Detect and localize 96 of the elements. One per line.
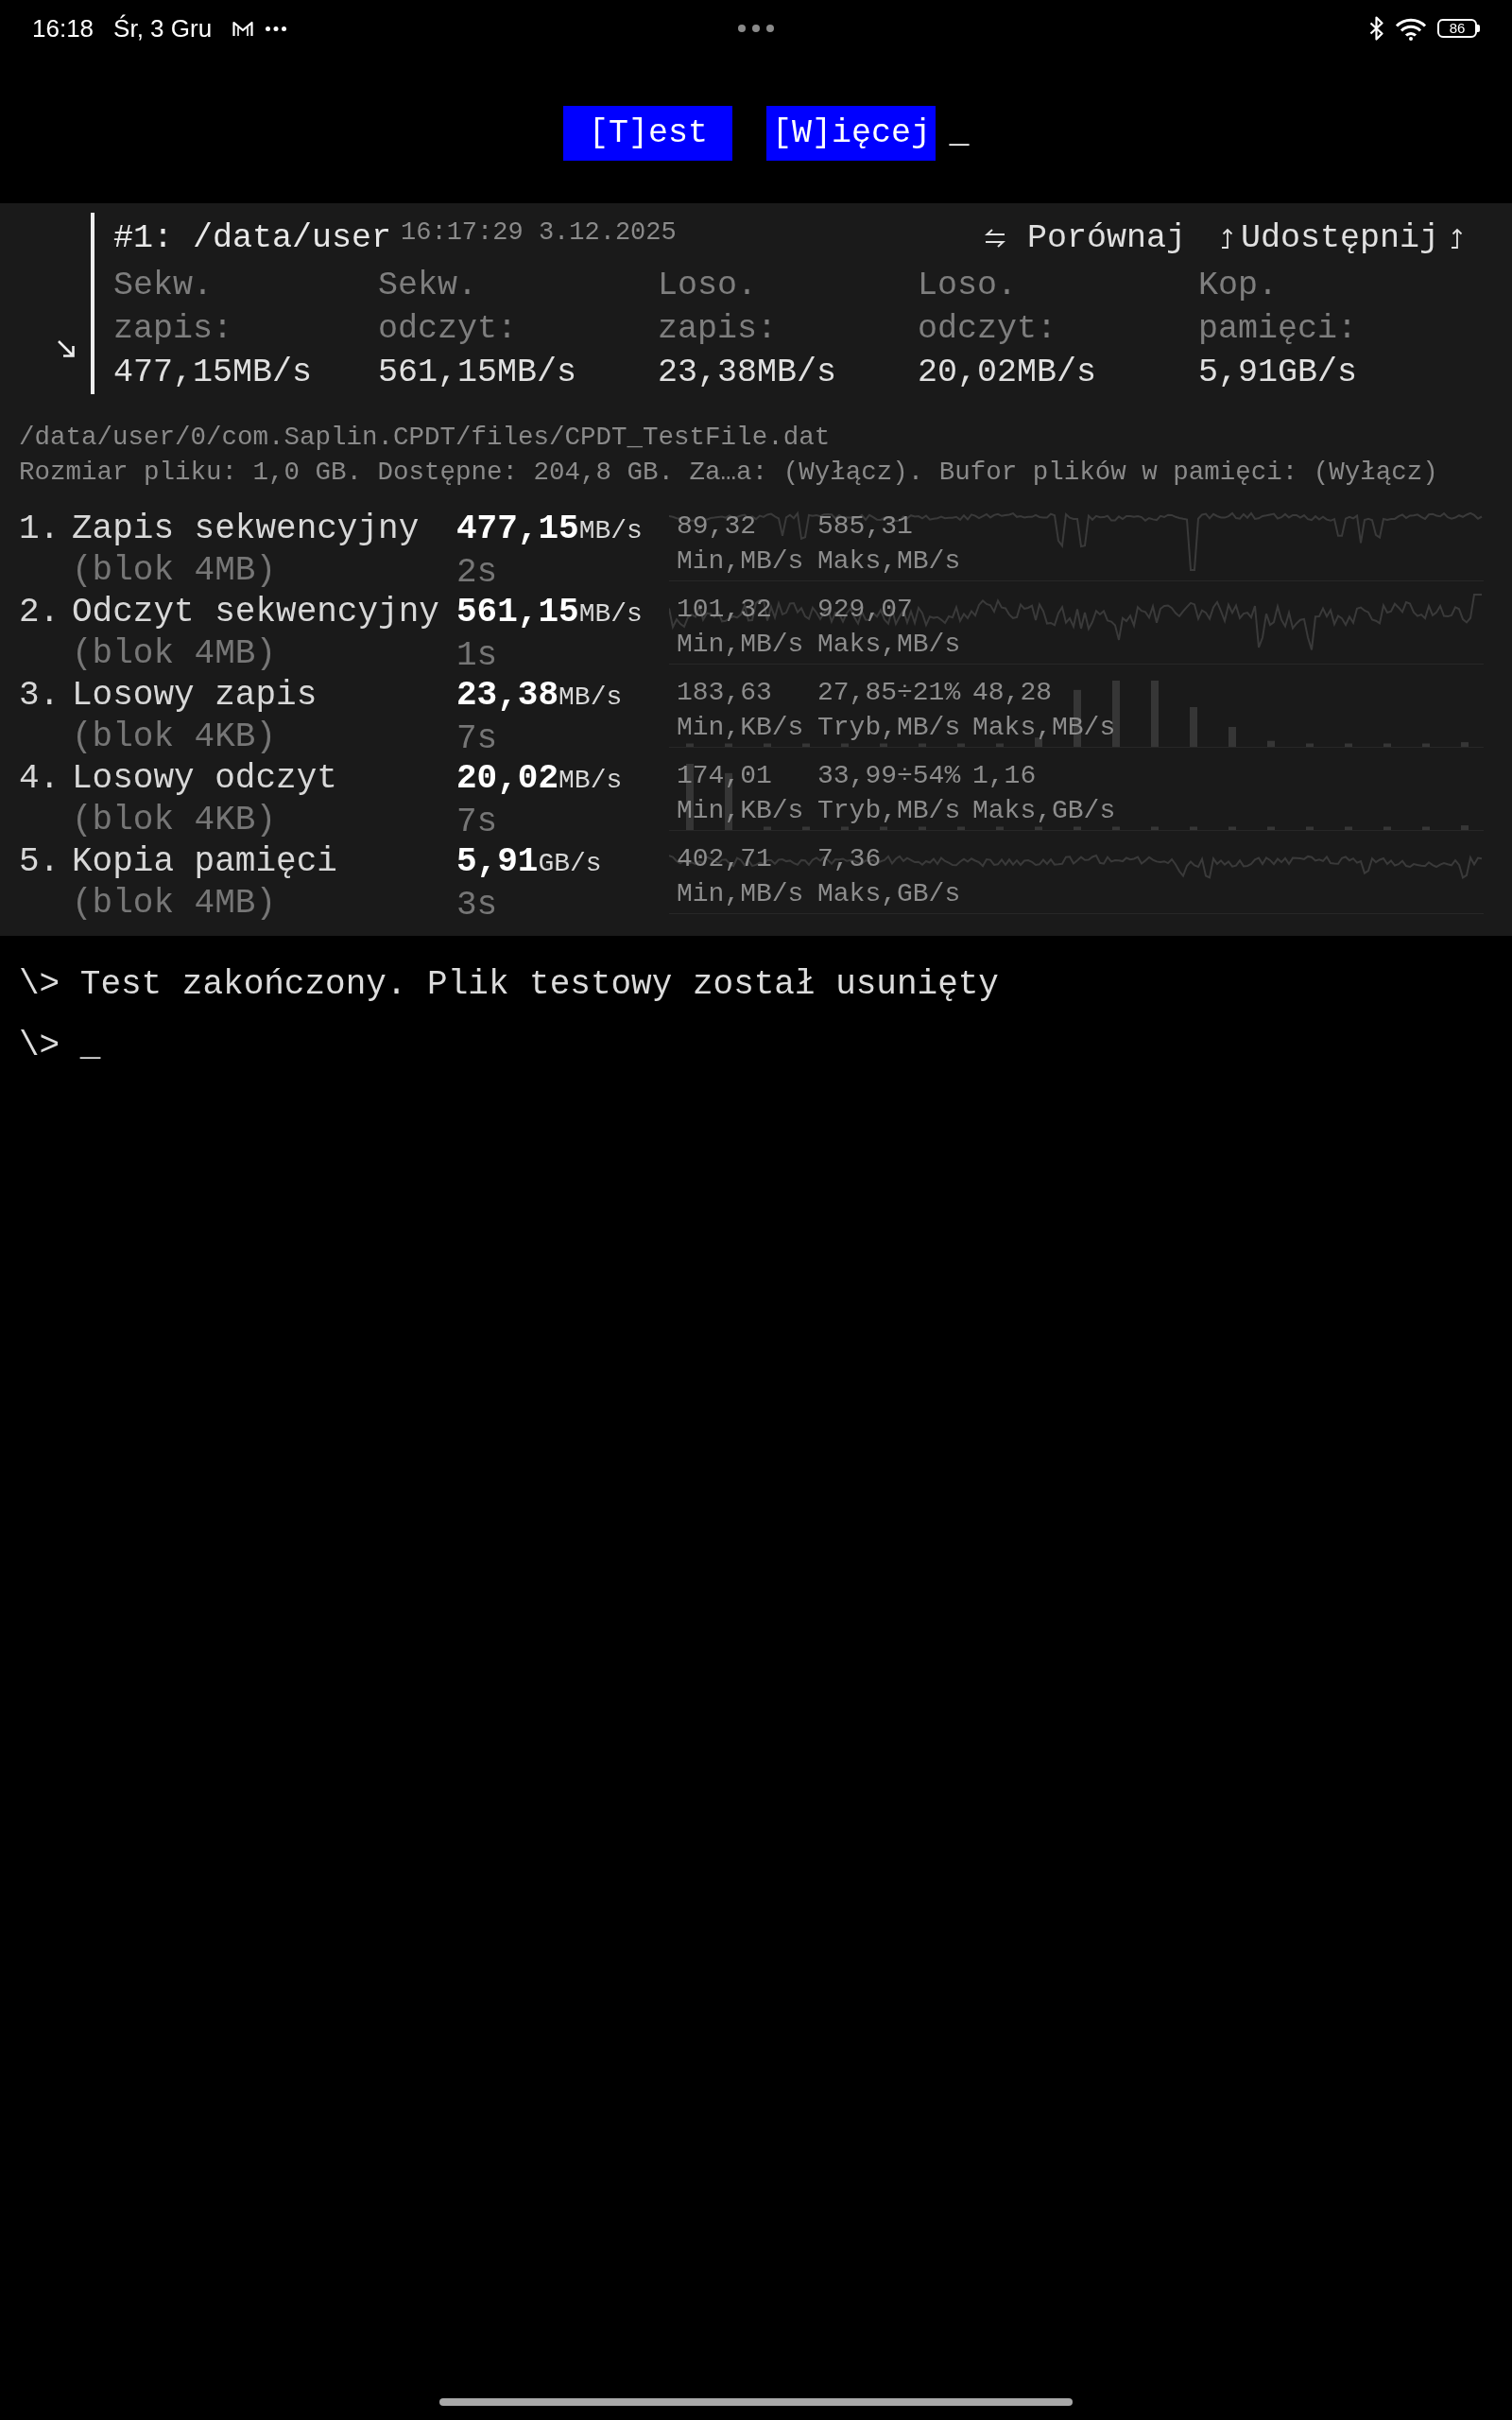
summary-label: Kop. pamięci: (1198, 266, 1357, 350)
wifi-icon (1395, 16, 1427, 41)
text-cursor: _ (79, 1027, 101, 1065)
stat-label: Min,KB/s (677, 798, 804, 824)
text-cursor: _ (949, 113, 970, 154)
stat-label: Min,MB/s (677, 548, 804, 575)
more-dots-icon (738, 25, 774, 32)
summary-value: 20,02MB/s (918, 353, 1097, 393)
stat-label: Min,MB/s (677, 881, 804, 908)
stat-value: 1,16 (972, 763, 1037, 789)
battery-indicator: 86 (1437, 19, 1480, 38)
histogram-bar (1151, 681, 1159, 747)
test-name: Zapis sekwencyjny (72, 509, 420, 550)
stat-value: 101,32 (677, 596, 772, 623)
block-size: (blok 4MB) (72, 883, 277, 925)
speed-unit: MB/s (558, 766, 623, 795)
histogram-bar (1112, 681, 1120, 747)
file-path: /data/user/0/com.Saplin.CPDT/files/CPDT_TestFile.dat (19, 422, 831, 454)
stat-label: Maks,GB/s (972, 798, 1116, 824)
summary-value: 23,38MB/s (658, 353, 837, 393)
menu-button[interactable]: [W]ięcej (766, 106, 936, 161)
histogram-bar (1190, 707, 1197, 747)
histogram-bar (1461, 742, 1469, 747)
more-dots-icon (266, 26, 287, 31)
file-info: Rozmiar pliku: 1,0 GB. Dostępne: 204,8 GB. Za…a: (Wyłącz). Bufor plików w pamięci: (Wyłącz) (19, 457, 1438, 489)
histogram-bar (1461, 825, 1469, 830)
stat-value: 48,28 (972, 680, 1052, 706)
summary-label: Sekw. odczyt: (378, 266, 519, 350)
summary-label: Sekw. zapis: (113, 266, 234, 350)
stat-value: 402,71 (677, 846, 772, 873)
test-duration: 7s (456, 802, 498, 843)
stat-value: 89,32 (677, 513, 756, 540)
stat-value: 183,63 (677, 680, 772, 706)
histogram-bar (1267, 740, 1275, 747)
stat-label: Min,MB/s (677, 631, 804, 658)
result-title: #1: /data/user (113, 218, 392, 259)
stat-label: Min,KB/s (677, 715, 804, 741)
test-name: Odczyt sekwencyjny (72, 592, 439, 633)
test-name: Losowy odczyt (72, 758, 337, 800)
stat-value: 33,99÷54% (817, 763, 961, 789)
up-arrow-icon (1451, 228, 1463, 249)
status-time: 16:18 (32, 12, 94, 44)
test-duration: 7s (456, 718, 498, 760)
test-duration: 3s (456, 885, 498, 926)
speed-value: 5,91 (456, 842, 539, 881)
test-number: 1. (19, 509, 60, 550)
speed-value: 20,02 (456, 759, 559, 798)
summary-label: Loso. odczyt: (918, 266, 1058, 350)
stat-value: 174,01 (677, 763, 772, 789)
stat-label: Maks,MB/s (972, 715, 1116, 741)
stat-label: Maks,MB/s (817, 548, 961, 575)
summary-value: 561,15MB/s (378, 353, 577, 393)
block-size: (blok 4KB) (72, 800, 277, 841)
test-number: 5. (19, 841, 60, 883)
result-timestamp: 16:17:29 3.12.2025 (401, 217, 677, 249)
up-arrow-icon (1220, 228, 1233, 249)
stat-value: 27,85÷21% (817, 680, 961, 706)
menu-button[interactable]: [T]est (563, 106, 733, 161)
stat-value: 7,36 (817, 846, 882, 873)
stat-value: 585,31 (817, 513, 913, 540)
speed-unit: GB/s (538, 849, 602, 878)
status-date: Śr, 3 Gru (113, 12, 213, 44)
block-size: (blok 4KB) (72, 717, 277, 758)
test-number: 3. (19, 675, 60, 717)
diagonal-arrow-icon[interactable] (57, 339, 76, 358)
test-duration: 1s (456, 635, 498, 677)
stat-label: Maks,MB/s (817, 631, 961, 658)
share-button[interactable]: Udostępnij (1220, 216, 1463, 260)
compare-button[interactable]: Porównaj (984, 216, 1186, 260)
histogram-bar (1035, 737, 1042, 747)
stat-label: Tryb,MB/s (817, 798, 961, 824)
stat-label: Maks,GB/s (817, 881, 961, 908)
histogram-bar (1228, 727, 1236, 747)
console-prompt: \> (19, 965, 60, 1004)
speed-value: 561,15 (456, 593, 579, 631)
letter-m-icon (232, 20, 254, 37)
summary-value: 477,15MB/s (113, 353, 313, 393)
speed-value: 477,15 (456, 510, 579, 548)
test-number: 2. (19, 592, 60, 633)
speed-unit: MB/s (558, 683, 623, 712)
summary-label: Loso. zapis: (658, 266, 779, 350)
bluetooth-icon (1369, 16, 1384, 41)
test-name: Losowy zapis (72, 675, 318, 717)
summary-value: 5,91GB/s (1198, 353, 1358, 393)
speed-unit: MB/s (578, 599, 643, 629)
speed-value: 23,38 (456, 676, 559, 715)
block-size: (blok 4MB) (72, 633, 277, 675)
block-size: (blok 4MB) (72, 550, 277, 592)
console-message: Test zakończony. Plik testowy został usunięty (79, 965, 999, 1004)
test-number: 4. (19, 758, 60, 800)
speed-unit: MB/s (578, 516, 643, 545)
stat-value: 929,07 (817, 596, 913, 623)
test-name: Kopia pamięci (72, 841, 337, 883)
test-duration: 2s (456, 552, 498, 594)
console-prompt: \> (19, 1027, 60, 1065)
stat-label: Tryb,MB/s (817, 715, 961, 741)
